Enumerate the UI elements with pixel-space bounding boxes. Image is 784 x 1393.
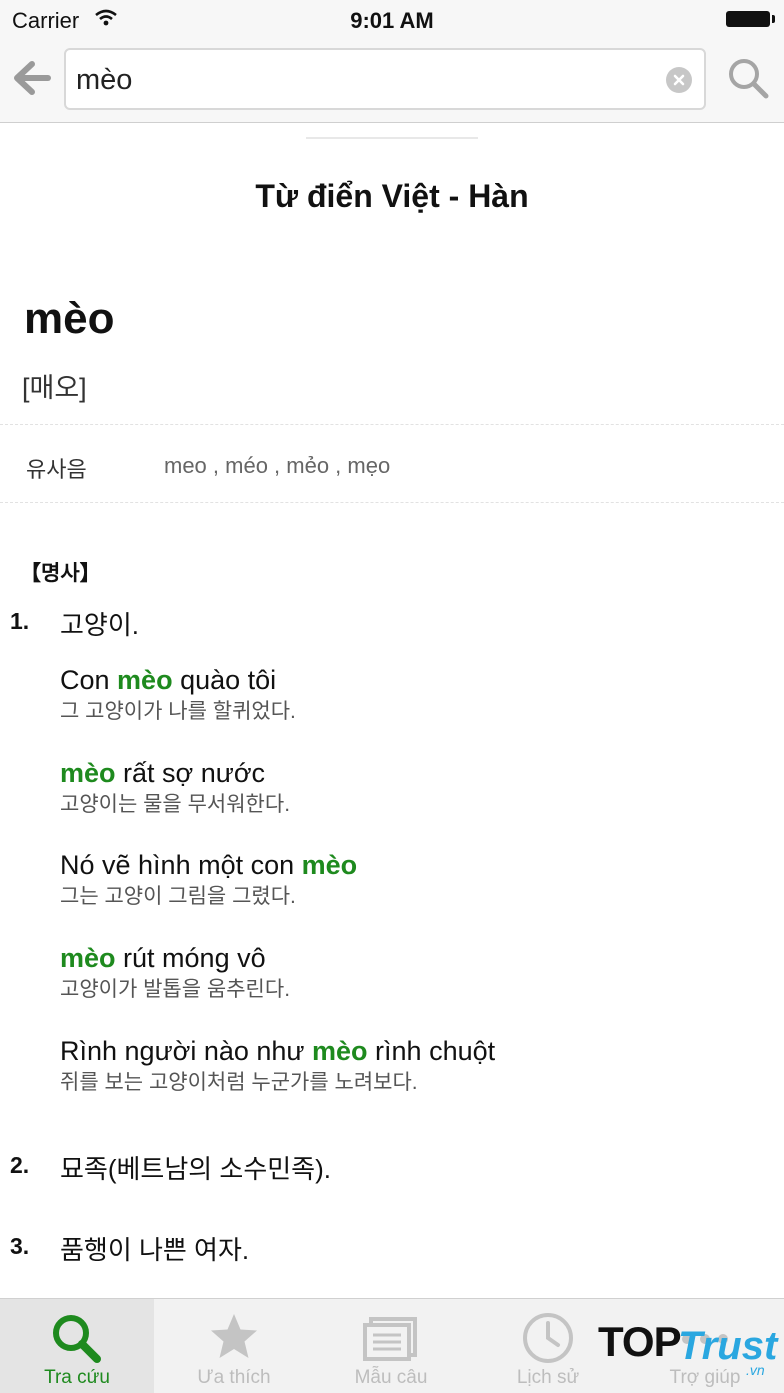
watermark-top: TOP [598, 1318, 682, 1365]
close-icon [673, 74, 685, 86]
back-button[interactable] [10, 56, 54, 100]
example-korean: 고양이가 발톱을 움추린다. [60, 978, 291, 1001]
dictionary-title: Từ điển Việt - Hàn [255, 178, 529, 214]
search-icon [729, 59, 769, 99]
highlighted-word: mèo [60, 943, 116, 973]
example-korean: 고양이는 물을 무서워한다. [60, 793, 291, 816]
part-of-speech: 【명사】 [20, 562, 101, 585]
search-button[interactable] [724, 54, 772, 102]
example-item: mèo rút móng vô 고양이가 발톱을 움추린다. [60, 942, 290, 1004]
similar-sounds-list[interactable]: meo , méo , mẻo , mẹo [164, 453, 390, 479]
sense-definition: 묘족(베트남의 소수민족). [60, 1154, 331, 1184]
example-vietnamese: Nó vẽ hình một con mèo [60, 850, 358, 880]
tab-favorites[interactable]: Ưa thích [157, 1299, 311, 1393]
battery-icon [726, 11, 775, 27]
headword: mèo [24, 294, 115, 343]
sense-definition: 품행이 나쁜 여자. [60, 1235, 250, 1265]
highlighted-word: mèo [60, 758, 116, 788]
tab-lookup[interactable]: Tra cứu [0, 1299, 154, 1393]
example-item: mèo rất sợ nước 고양이는 물을 무서워한다. [60, 757, 290, 819]
tab-label: Tra cứu [44, 1367, 110, 1388]
example-vietnamese: mèo rút móng vô [60, 943, 266, 973]
example-item: Nó vẽ hình một con mèo 그는 고양이 그림을 그렸다. [60, 849, 357, 911]
divider [0, 424, 784, 425]
highlighted-word: mèo [117, 665, 173, 695]
search-bar [0, 40, 784, 123]
watermark-logo: TOP Trust .vn [598, 1318, 778, 1380]
example-korean: 그는 고양이 그림을 그렸다. [60, 885, 296, 908]
clear-button[interactable] [666, 67, 692, 93]
sense-number: 2. [10, 1152, 30, 1178]
search-icon [49, 1311, 105, 1368]
tab-phrases[interactable]: Mẫu câu [314, 1299, 468, 1393]
search-field[interactable] [64, 48, 706, 110]
clock-icon [520, 1311, 576, 1370]
example-korean: 쥐를 보는 고양이처럼 누군가를 노려보다. [60, 1071, 418, 1094]
top-divider [306, 137, 478, 139]
watermark-vn: .vn [746, 1362, 765, 1378]
example-korean: 그 고양이가 나를 할퀴었다. [60, 700, 296, 723]
status-bar: Carrier 9:01 AM [0, 0, 784, 40]
example-item: Rình người nào như mèo rình chuột 쥐를 보는 … [60, 1035, 495, 1097]
sense-definition: 고양이. [60, 610, 139, 640]
highlighted-word: mèo [301, 850, 358, 880]
back-arrow-icon [14, 61, 51, 95]
divider [0, 502, 784, 503]
similar-sounds-label: 유사음 [26, 457, 87, 482]
highlighted-word: mèo [312, 1036, 368, 1066]
tab-label: Mẫu câu [354, 1367, 428, 1388]
sense-number: 3. [10, 1233, 30, 1259]
document-icon [361, 1311, 421, 1368]
example-vietnamese: Con mèo quào tôi [60, 665, 277, 695]
search-input[interactable] [74, 58, 658, 102]
tab-label: Ưa thích [197, 1367, 271, 1388]
clock-time: 9:01 AM [350, 8, 434, 33]
example-vietnamese: mèo rất sợ nước [60, 758, 266, 788]
example-item: Con mèo quào tôi 그 고양이가 나를 할퀴었다. [60, 664, 296, 726]
pronunciation: [매오] [22, 373, 87, 403]
sense-number: 1. [10, 608, 30, 634]
star-icon [207, 1311, 261, 1368]
example-vietnamese: Rình người nào như mèo rình chuột [60, 1036, 496, 1066]
